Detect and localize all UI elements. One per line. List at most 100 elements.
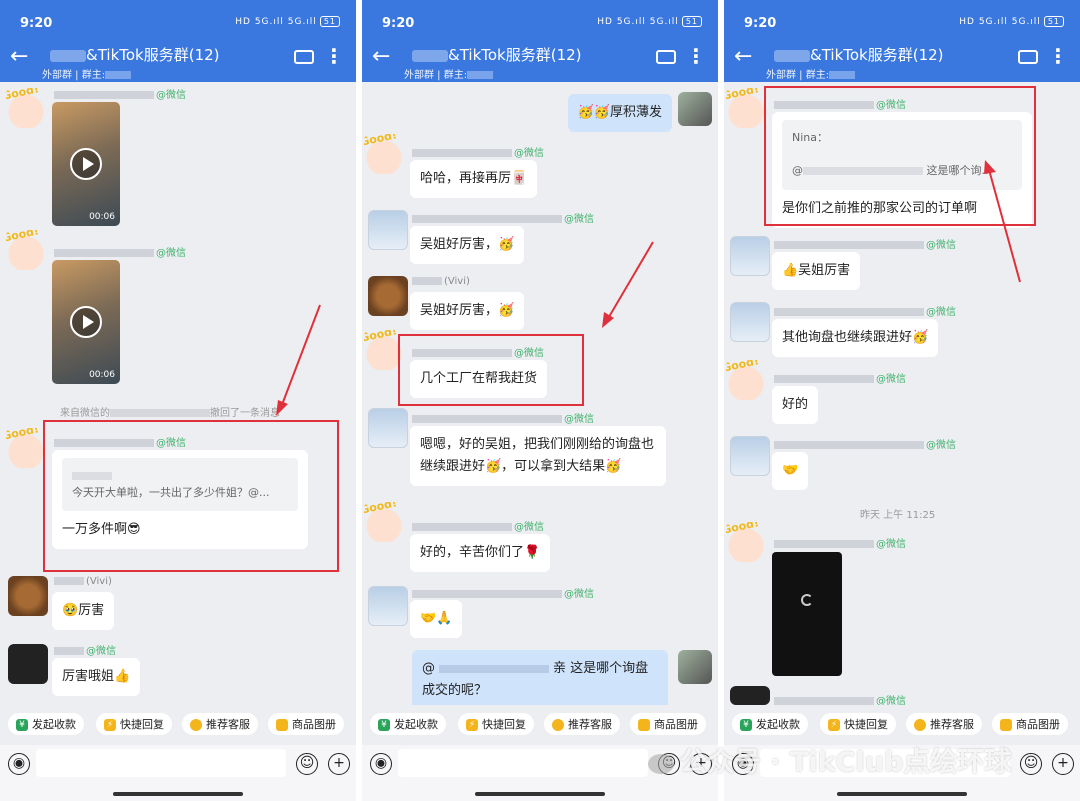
message-bubble[interactable]: 吴姐好厉害，🥳 [410, 292, 525, 331]
lightning-icon: ⚡ [466, 719, 478, 731]
avatar[interactable] [368, 210, 408, 250]
video-duration: 00:06 [89, 370, 115, 380]
chat-icon [552, 719, 564, 731]
recommend-service-button[interactable]: 推荐客服 [182, 713, 258, 735]
status-time: 9:20 [20, 16, 53, 31]
video-call-icon[interactable] [1018, 50, 1038, 64]
message-bubble[interactable]: 好的 [772, 386, 819, 425]
message-bubble[interactable]: 哈哈，再接再厉🀄 [410, 160, 538, 199]
product-album-button[interactable]: 商品图册 [268, 713, 344, 735]
avatar[interactable] [6, 88, 46, 128]
sender-name: @微信 [54, 86, 186, 101]
video-message[interactable]: 00:06 [52, 102, 120, 226]
message-bubble[interactable]: 🥹厉害 [52, 592, 115, 631]
back-arrow-icon[interactable]: ← [734, 44, 752, 69]
product-album-button[interactable]: 商品图册 [630, 713, 706, 735]
status-time: 9:20 [382, 16, 415, 31]
back-arrow-icon[interactable]: ← [372, 44, 390, 69]
avatar[interactable] [730, 302, 770, 342]
back-arrow-icon[interactable]: ← [10, 44, 28, 69]
avatar[interactable] [730, 236, 770, 276]
quick-reply-button[interactable]: ⚡ 快捷回复 [96, 713, 172, 735]
video-call-icon[interactable] [294, 50, 314, 64]
message-text: 厉害哦姐👍 [62, 669, 131, 684]
message-text: 嗯嗯，好的吴姐，把我们刚刚给的询盘也继续跟进好🥳，可以拿到大结果🥳 [420, 437, 655, 475]
home-indicator [837, 792, 967, 796]
more-menu-icon[interactable]: ⋮ [324, 44, 344, 68]
message-text: 🥳🥳厚积薄发 [577, 105, 662, 120]
message-bubble[interactable]: 🤝 [772, 452, 809, 491]
collect-payment-button[interactable]: ¥ 发起收款 [8, 713, 84, 735]
play-icon[interactable] [70, 306, 102, 338]
avatar[interactable] [730, 686, 770, 705]
message-bubble[interactable]: 嗯嗯，好的吴姐，把我们刚刚给的询盘也继续跟进好🥳，可以拿到大结果🥳 [410, 426, 666, 487]
plus-icon[interactable]: + [328, 753, 350, 775]
highlight-box [398, 334, 584, 406]
message-bubble[interactable]: 👍吴姐厉害 [772, 252, 861, 291]
screenshot-image-message[interactable] [772, 552, 842, 676]
sender-name: @微信 [774, 303, 956, 318]
message-text: 🥹厉害 [62, 603, 105, 618]
message-input[interactable] [36, 749, 286, 777]
avatar[interactable] [8, 576, 48, 616]
more-menu-icon[interactable]: ⋮ [686, 44, 706, 68]
quick-toolbar: ¥ 发起收款 ⚡ 快捷回复 推荐客服 商品图册 [0, 705, 356, 745]
avatar[interactable] [368, 276, 408, 316]
sender-name: @微信 [774, 535, 906, 550]
message-bubble[interactable]: 🤝🙏 [410, 600, 463, 639]
plus-icon[interactable]: + [1052, 753, 1074, 775]
message-input[interactable] [398, 749, 648, 777]
chat-icon [914, 719, 926, 731]
collect-payment-button[interactable]: ¥ 发起收款 [370, 713, 446, 735]
arrow-annotation [276, 304, 321, 416]
chat-screen-1: 9:20 HD 5G.ıll 5G.ıll 51 ← &TikTok服务群(12)… [0, 0, 356, 801]
avatar[interactable] [8, 644, 48, 684]
message-bubble[interactable]: 吴姐好厉害，🥳 [410, 226, 525, 265]
group-title: &TikTok服务群(12) [774, 44, 944, 65]
avatar[interactable] [726, 88, 766, 128]
quick-reply-button[interactable]: ⚡ 快捷回复 [458, 713, 534, 735]
arrow-annotation [984, 160, 1021, 283]
avatar-self[interactable] [678, 92, 712, 126]
play-icon[interactable] [70, 148, 102, 180]
message-bubble[interactable]: 厉害哦姐👍 [52, 658, 141, 697]
avatar[interactable] [368, 586, 408, 626]
avatar[interactable] [364, 502, 404, 542]
status-time: 9:20 [744, 16, 777, 31]
payment-icon: ¥ [378, 719, 390, 731]
avatar[interactable] [6, 428, 46, 468]
emoji-icon[interactable]: ☺ [296, 753, 318, 775]
message-list[interactable]: 🥳🥳厚积薄发 @微信 哈哈，再接再厉🀄 @微信 吴姐好厉害，🥳 (Vivi) 吴… [362, 82, 718, 711]
video-message[interactable]: 00:06 [52, 260, 120, 384]
voice-icon[interactable]: ◉ [8, 753, 30, 775]
battery-icon: 51 [681, 16, 702, 27]
lightning-icon: ⚡ [828, 719, 840, 731]
quick-reply-button[interactable]: ⚡ 快捷回复 [820, 713, 896, 735]
group-subtitle: 外部群 | 群主: [766, 66, 856, 81]
chat-icon [190, 719, 202, 731]
input-bar: ◉ ☺ + [0, 745, 356, 801]
collect-payment-button[interactable]: ¥ 发起收款 [732, 713, 808, 735]
more-menu-icon[interactable]: ⋮ [1048, 44, 1068, 68]
message-bubble-self[interactable]: @ 亲 这是哪个询盘成交的呢？ [412, 650, 668, 711]
recommend-service-button[interactable]: 推荐客服 [906, 713, 982, 735]
recommend-service-button[interactable]: 推荐客服 [544, 713, 620, 735]
avatar[interactable] [726, 360, 766, 400]
message-bubble[interactable]: 其他询盘也继续跟进好🥳 [772, 319, 939, 358]
avatar[interactable] [726, 522, 766, 562]
message-bubble[interactable]: 好的，辛苦你们了🌹 [410, 534, 551, 573]
avatar[interactable] [730, 436, 770, 476]
sender-name: @微信 [412, 518, 544, 533]
product-album-button[interactable]: 商品图册 [992, 713, 1068, 735]
recall-notice: 来自微信的 撤回了一条消息 [60, 408, 280, 419]
voice-icon[interactable]: ◉ [370, 753, 392, 775]
avatar[interactable] [368, 408, 408, 448]
avatar-self[interactable] [678, 650, 712, 684]
sender-name: @微信 [774, 436, 956, 451]
avatar[interactable] [6, 230, 46, 270]
message-bubble-self[interactable]: 🥳🥳厚积薄发 [567, 94, 672, 133]
avatar[interactable] [364, 134, 404, 174]
message-text: 好的 [782, 397, 809, 412]
emoji-icon[interactable]: ☺ [1020, 753, 1042, 775]
video-call-icon[interactable] [656, 50, 676, 64]
